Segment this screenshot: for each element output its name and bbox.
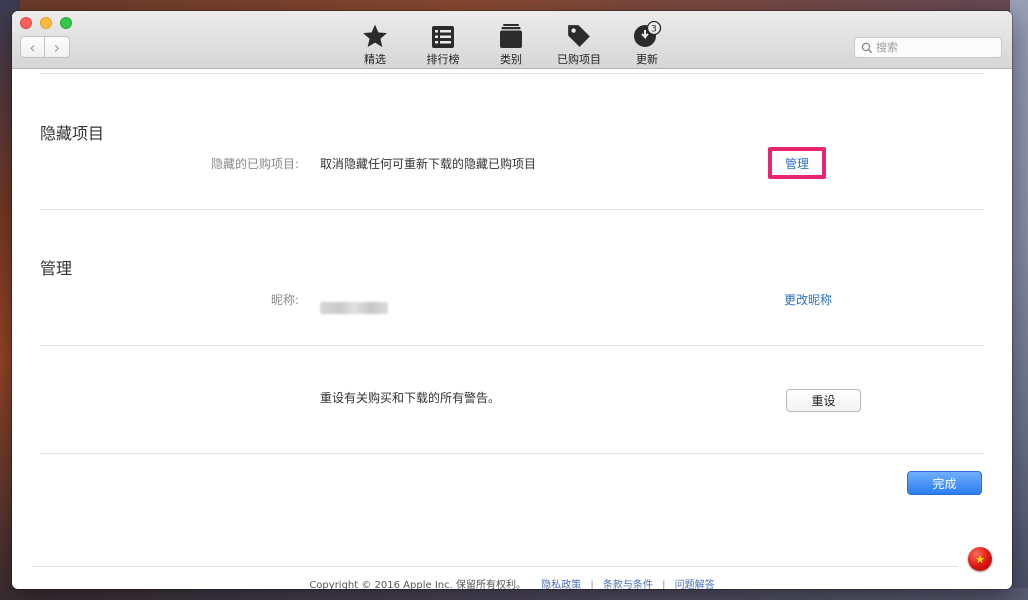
- manage-hidden-purchases-link[interactable]: 管理: [785, 155, 809, 172]
- tab-updates[interactable]: 3 更新: [631, 21, 663, 67]
- tab-purchased[interactable]: 已购项目: [555, 21, 603, 67]
- tab-categories-label: 类别: [500, 53, 522, 66]
- footer-divider: [32, 566, 958, 567]
- tab-top-charts-label: 排行榜: [426, 53, 460, 66]
- footer: Copyright © 2016 Apple Inc. 保留所有权利。 隐私政策…: [12, 576, 1012, 589]
- tab-top-charts[interactable]: 排行榜: [423, 21, 463, 67]
- divider: [40, 73, 984, 74]
- nickname-label: 昵称:: [270, 293, 299, 307]
- divider: [40, 345, 984, 346]
- tab-updates-label: 更新: [636, 53, 658, 66]
- desktop-wallpaper-right: [1010, 0, 1028, 600]
- app-store-window: ‹ › 精选 排行榜 类别 已购项目 3 更新 搜索 隐藏项目 隐藏的已购项目:…: [12, 11, 1012, 589]
- update-icon: 3: [634, 21, 662, 47]
- desktop-wallpaper-bottom: [0, 588, 1028, 600]
- privacy-policy-link[interactable]: 隐私政策: [541, 580, 581, 589]
- tab-featured-label: 精选: [364, 53, 386, 66]
- star-icon: [363, 24, 387, 48]
- hidden-items-section-title: 隐藏项目: [40, 124, 105, 143]
- manage-section-title: 管理: [40, 259, 73, 278]
- tag-icon: [568, 25, 590, 47]
- toolbar: ‹ › 精选 排行榜 类别 已购项目 3 更新 搜索: [12, 11, 1012, 69]
- tab-featured[interactable]: 精选: [358, 21, 392, 67]
- close-window-button[interactable]: [20, 17, 32, 29]
- copyright-text: Copyright © 2016 Apple Inc. 保留所有权利。: [309, 580, 526, 589]
- footer-separator: |: [590, 580, 594, 589]
- back-button[interactable]: ‹: [20, 36, 45, 58]
- stack-icon: [500, 24, 522, 48]
- change-nickname-link[interactable]: 更改昵称: [784, 291, 832, 308]
- chevron-right-icon: ›: [53, 37, 61, 57]
- forward-button[interactable]: ›: [45, 36, 70, 58]
- done-button[interactable]: 完成: [907, 471, 982, 495]
- terms-link[interactable]: 条款与条件: [603, 580, 653, 589]
- reset-warnings-description: 重设有关购买和下载的所有警告。: [320, 391, 501, 405]
- chevron-left-icon: ‹: [29, 37, 36, 57]
- search-field[interactable]: [854, 37, 1002, 58]
- divider: [40, 453, 984, 454]
- tab-purchased-label: 已购项目: [557, 53, 601, 66]
- china-flag-icon[interactable]: ★: [968, 547, 992, 571]
- hidden-purchases-description: 取消隐藏任何可重新下载的隐藏已购项目: [320, 157, 537, 171]
- zoom-window-button[interactable]: [60, 17, 72, 29]
- faq-link[interactable]: 问题解答: [675, 580, 715, 589]
- list-icon: [432, 26, 454, 48]
- updates-badge-count: 3: [651, 25, 657, 35]
- minimize-window-button[interactable]: [40, 17, 52, 29]
- search-icon: [861, 42, 873, 53]
- reset-button[interactable]: 重设: [786, 389, 861, 412]
- account-settings-content: 隐藏项目 隐藏的已购项目: 取消隐藏任何可重新下载的隐藏已购项目 管理 管理 昵…: [12, 69, 1012, 589]
- divider: [40, 209, 984, 210]
- tab-categories[interactable]: 类别: [495, 21, 527, 67]
- search-input[interactable]: [876, 41, 994, 54]
- hidden-purchases-label: 隐藏的已购项目:: [210, 157, 299, 171]
- footer-separator: |: [662, 580, 666, 589]
- nickname-value-redacted: [320, 302, 388, 314]
